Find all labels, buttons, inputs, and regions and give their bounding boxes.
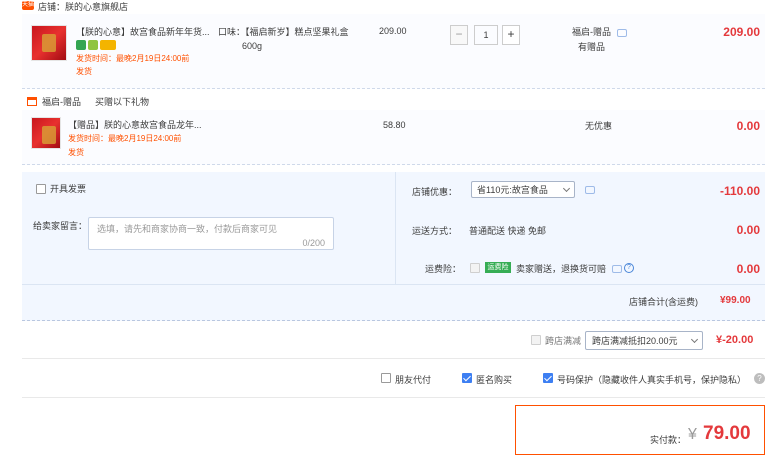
chat-icon[interactable] xyxy=(585,186,595,194)
ship-time: 发货时间：最晚2月19日24:00前 xyxy=(76,54,190,63)
product-thumbnail[interactable] xyxy=(31,25,67,61)
payment-currency: ¥ xyxy=(688,426,697,443)
product-title[interactable]: 【朕的心意】故宫食品新年年货... xyxy=(76,26,216,38)
anonymous-label[interactable]: 匿名购买 xyxy=(476,374,512,386)
gift-title[interactable]: 【赠品】朕的心意故宫食品龙年... xyxy=(68,119,202,131)
product-tags xyxy=(76,40,118,52)
payment-box: 实付款： ¥ 79.00 xyxy=(515,405,765,455)
anonymous-checkbox[interactable] xyxy=(462,373,472,383)
increase-button[interactable]: + xyxy=(502,25,520,45)
delivery-amount: 0.00 xyxy=(736,223,760,237)
shop-discount-label: 店铺优惠： xyxy=(412,187,458,197)
invoice-label[interactable]: 开具发票 xyxy=(50,183,86,195)
gift-discount: 无优惠 xyxy=(585,121,613,131)
insurance-value: 卖家赠送，退换货可赔 xyxy=(516,264,607,274)
chat-icon[interactable] xyxy=(617,29,627,37)
insurance-checkbox xyxy=(470,263,480,273)
payment-label: 实付款： xyxy=(650,435,687,445)
divider xyxy=(22,397,765,398)
shop-discount-select[interactable]: 省110元:故宫食品 xyxy=(471,181,575,198)
shop-total-value: ¥99.00 xyxy=(720,295,751,306)
discount-sub: 有赠品 xyxy=(578,42,606,52)
product-spec-weight: 600g xyxy=(242,41,263,51)
insurance-amount: 0.00 xyxy=(736,262,760,276)
gift-ship-time: 发货时间：最晚2月19日24:00前 xyxy=(68,134,182,143)
chevron-down-icon xyxy=(690,335,699,344)
shop-name[interactable]: 店铺：朕的心意旗舰店 xyxy=(38,0,128,13)
product-spec: 口味：【福启新岁】糕点坚果礼盒 xyxy=(218,27,349,37)
delivery-label: 运送方式： xyxy=(412,226,458,236)
help-icon[interactable]: ? xyxy=(624,263,634,273)
cross-store-amount: ¥-20.00 xyxy=(716,334,754,346)
quantity-stepper: − 1 + xyxy=(450,25,522,45)
delivery-value: 普通配送 快递 免邮 xyxy=(469,226,547,236)
gift-price: 58.80 xyxy=(383,120,406,130)
payment-amount: 79.00 xyxy=(703,423,751,444)
shop-discount-value: 省110元:故宫食品 xyxy=(477,185,548,195)
divider xyxy=(22,358,765,359)
cross-store-select[interactable]: 跨店满减抵扣20.00元 xyxy=(585,331,703,350)
message-textarea[interactable]: 选填，请先和商家协商一致，付款后商家可见 0/200 xyxy=(88,217,334,250)
tmall-badge: 天猫 xyxy=(22,1,35,10)
friend-pay-label[interactable]: 朋友代付 xyxy=(395,374,431,386)
gift-header: 福启-赠品 xyxy=(42,97,81,107)
cross-store-checkbox xyxy=(531,335,541,345)
gift-ship-label: 发货 xyxy=(68,148,84,157)
ship-label: 发货 xyxy=(76,67,92,76)
quantity-input[interactable]: 1 xyxy=(474,25,498,45)
summary-divider xyxy=(395,172,396,284)
shop-header: 天猫 店铺：朕的心意旗舰店 xyxy=(0,0,769,14)
decrease-button[interactable]: − xyxy=(450,25,468,45)
cross-store-label: 跨店满减 xyxy=(545,336,582,346)
divider xyxy=(22,284,765,285)
phone-protect-label[interactable]: 号码保护（隐藏收件人真实手机号，保护隐私） xyxy=(557,374,746,386)
invoice-checkbox[interactable] xyxy=(36,184,46,194)
message-placeholder: 选填，请先和商家协商一致，付款后商家可见 xyxy=(97,224,278,234)
chat-icon[interactable] xyxy=(612,265,622,273)
gift-total: 0.00 xyxy=(736,119,760,133)
phone-protect-checkbox[interactable] xyxy=(543,373,553,383)
gift-header-sub: 买赠以下礼物 xyxy=(95,97,150,107)
gift-icon xyxy=(27,97,37,106)
item-total: 209.00 xyxy=(723,25,760,39)
message-count: 0/200 xyxy=(302,238,325,248)
tag-7-icon xyxy=(76,40,86,50)
gift-thumbnail[interactable] xyxy=(31,117,61,149)
shop-discount-amount: -110.00 xyxy=(719,184,760,198)
insurance-badge: 运费险 xyxy=(485,262,511,273)
shop-total-label: 店铺合计(含运费) xyxy=(629,297,698,307)
cross-store-value: 跨店满减抵扣20.00元 xyxy=(592,336,678,346)
discount-label: 福启-赠品 xyxy=(572,27,611,37)
insurance-label: 运费险： xyxy=(425,264,462,274)
unit-price: 209.00 xyxy=(379,26,407,36)
friend-pay-checkbox[interactable] xyxy=(381,373,391,383)
tag-card-icon xyxy=(100,40,116,50)
message-label: 给卖家留言： xyxy=(33,221,88,231)
tag-guarantee-icon xyxy=(88,40,98,50)
help-icon[interactable]: ? xyxy=(754,373,765,384)
chevron-down-icon xyxy=(562,184,571,193)
